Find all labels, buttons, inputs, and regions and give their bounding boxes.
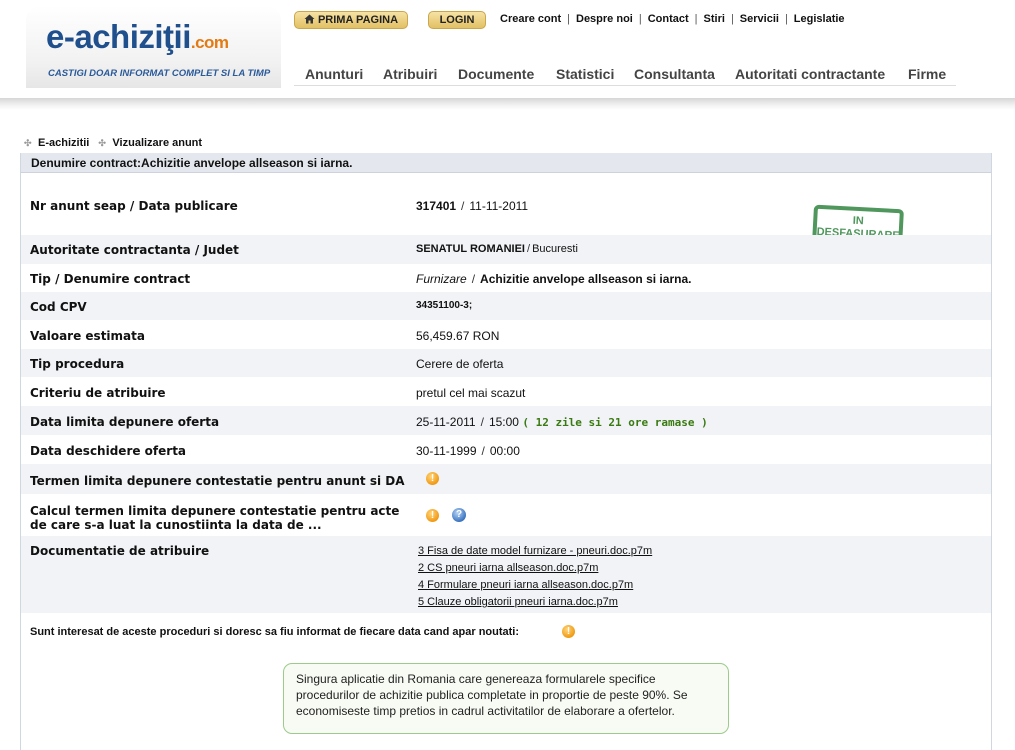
label-documentatie: Documentatie de atribuire bbox=[30, 544, 210, 558]
nav-anunturi[interactable]: Anunturi bbox=[305, 66, 363, 82]
limita-date: 25-11-2011 bbox=[416, 415, 476, 429]
link-despre-noi[interactable]: Despre noi bbox=[576, 13, 633, 25]
deschidere-date: 30-11-1999 bbox=[416, 444, 477, 458]
crumb-bullet-icon: ✣ bbox=[98, 138, 106, 148]
label-calcul: Calcul termen limita depunere contestati… bbox=[30, 504, 400, 532]
top-links: Creare cont | Despre noi | Contact | Stiri | Ser… bbox=[500, 13, 845, 25]
help-icon[interactable]: ? bbox=[452, 508, 466, 522]
row-calcul: Calcul termen limita depunere contestati… bbox=[21, 494, 991, 536]
label-contestatie: Termen limita depunere contestatie pentr… bbox=[30, 474, 405, 488]
link-creare-cont[interactable]: Creare cont bbox=[500, 13, 561, 25]
row-deschidere: Data deschidere oferta 30-11-1999/00:00 bbox=[30, 444, 520, 458]
promo-box: Singura aplicatie din Romania care gener… bbox=[283, 663, 729, 734]
info-icon[interactable]: ! bbox=[426, 509, 439, 522]
document-link[interactable]: 5 Clauze obligatorii pneuri iarna.doc.p7… bbox=[418, 594, 652, 611]
row-procedura: Tip procedura Cerere de oferta bbox=[21, 349, 991, 377]
nav-consultanta[interactable]: Consultanta bbox=[634, 66, 715, 82]
link-stiri[interactable]: Stiri bbox=[704, 13, 725, 25]
document-list: 3 Fisa de date model furnizare - pneuri.… bbox=[418, 543, 652, 611]
publication-date: 11-11-2011 bbox=[469, 199, 529, 213]
row-cpv: Cod CPV 34351100-3; bbox=[21, 292, 991, 320]
row-contestatie: Termen limita depunere contestatie pentr… bbox=[21, 464, 991, 494]
nav-documente[interactable]: Documente bbox=[458, 66, 534, 82]
nav-atribuiri[interactable]: Atribuiri bbox=[383, 66, 437, 82]
document-link[interactable]: 4 Formulare pneuri iarna allseason.doc.p… bbox=[418, 577, 652, 594]
info-icon[interactable]: ! bbox=[562, 625, 575, 638]
limita-time: 15:00 bbox=[488, 415, 519, 429]
row-nr-anunt: Nr anunt seap / Data publicare 317401/11… bbox=[21, 174, 991, 248]
label-tip: Tip / Denumire contract bbox=[30, 272, 191, 286]
valoare-value: 56,459.67 RON bbox=[416, 329, 500, 343]
info-icon[interactable]: ! bbox=[426, 472, 439, 485]
label-procedura: Tip procedura bbox=[30, 357, 125, 371]
autoritate-name[interactable]: SENATUL ROMANIEI bbox=[416, 243, 525, 255]
crumb-bullet-icon: ✣ bbox=[24, 138, 32, 148]
row-limita: Data limita depunere oferta 25-11-2011/1… bbox=[21, 406, 991, 435]
header: e-achiziţii.com CASTIGI DOAR INFORMAT CO… bbox=[0, 0, 1015, 100]
remaining-time: ( 12 zile si 21 ore ramase ) bbox=[522, 416, 708, 429]
breadcrumb: ✣ E-achizitii ✣ Vizualizare anunt bbox=[24, 137, 202, 149]
announcement-panel: Denumire contract:Achizitie anvelope all… bbox=[20, 153, 992, 750]
nav-statistici[interactable]: Statistici bbox=[556, 66, 614, 82]
judet: Bucuresti bbox=[532, 243, 578, 255]
anunt-number: 317401 bbox=[416, 199, 457, 213]
logo-main: e-achiziţii bbox=[46, 18, 191, 55]
procedura-value: Cerere de oferta bbox=[416, 357, 504, 371]
link-contact[interactable]: Contact bbox=[648, 13, 689, 25]
deschidere-time: 00:00 bbox=[489, 444, 520, 458]
nav-autoritati[interactable]: Autoritati contractante bbox=[735, 66, 885, 82]
contract-type: Furnizare bbox=[416, 272, 467, 286]
document-link[interactable]: 2 CS pneuri iarna allseason.doc.p7m bbox=[418, 560, 652, 577]
logo-tagline: CASTIGI DOAR INFORMAT COMPLET SI LA TIMP bbox=[48, 68, 271, 79]
label-autoritate: Autoritate contractanta / Judet bbox=[30, 243, 239, 257]
row-documentatie: Documentatie de atribuire 3 Fisa de date… bbox=[21, 536, 991, 613]
label-nr-anunt: Nr anunt seap / Data publicare bbox=[30, 199, 238, 213]
label-limita: Data limita depunere oferta bbox=[30, 415, 220, 429]
cpv-code: 34351100-3; bbox=[416, 300, 473, 311]
row-autoritate: Autoritate contractanta / Judet SENATUL … bbox=[21, 235, 991, 264]
header-shadow bbox=[0, 98, 1015, 110]
row-criteriu: Criteriu de atribuire pretul cel mai sca… bbox=[21, 377, 991, 406]
login-button-label: LOGIN bbox=[439, 14, 475, 26]
crumb-current: Vizualizare anunt bbox=[112, 137, 203, 149]
home-button[interactable]: PRIMA PAGINA bbox=[294, 11, 408, 29]
link-servicii[interactable]: Servicii bbox=[740, 13, 779, 25]
row-valoare: Valoare estimata 56,459.67 RON bbox=[21, 320, 991, 349]
document-link[interactable]: 3 Fisa de date model furnizare - pneuri.… bbox=[418, 543, 652, 560]
label-deschidere: Data deschidere oferta bbox=[30, 444, 187, 458]
label-cpv: Cod CPV bbox=[30, 300, 87, 314]
criteriu-value: pretul cel mai scazut bbox=[416, 386, 526, 400]
nav-firme[interactable]: Firme bbox=[908, 66, 946, 82]
login-button[interactable]: LOGIN bbox=[428, 11, 486, 29]
page-title: Denumire contract:Achizitie anvelope all… bbox=[21, 153, 991, 173]
crumb-home[interactable]: E-achizitii bbox=[38, 137, 89, 149]
main-nav: Anunturi Atribuiri Documente Statistici … bbox=[294, 66, 956, 86]
link-legislatie[interactable]: Legislatie bbox=[794, 13, 845, 25]
logo-suffix: .com bbox=[190, 33, 229, 52]
label-valoare: Valoare estimata bbox=[30, 329, 145, 343]
home-button-label: PRIMA PAGINA bbox=[317, 14, 399, 26]
logo[interactable]: e-achiziţii.com CASTIGI DOAR INFORMAT CO… bbox=[26, 6, 281, 88]
label-criteriu: Criteriu de atribuire bbox=[30, 386, 166, 400]
row-tip: Tip / Denumire contract Furnizare / Achizi… bbox=[30, 272, 692, 286]
home-icon bbox=[304, 14, 315, 24]
contract-name: Achizitie anvelope allseason si iarna. bbox=[480, 272, 692, 286]
notify-text: Sunt interesat de aceste proceduri si do… bbox=[30, 626, 520, 638]
